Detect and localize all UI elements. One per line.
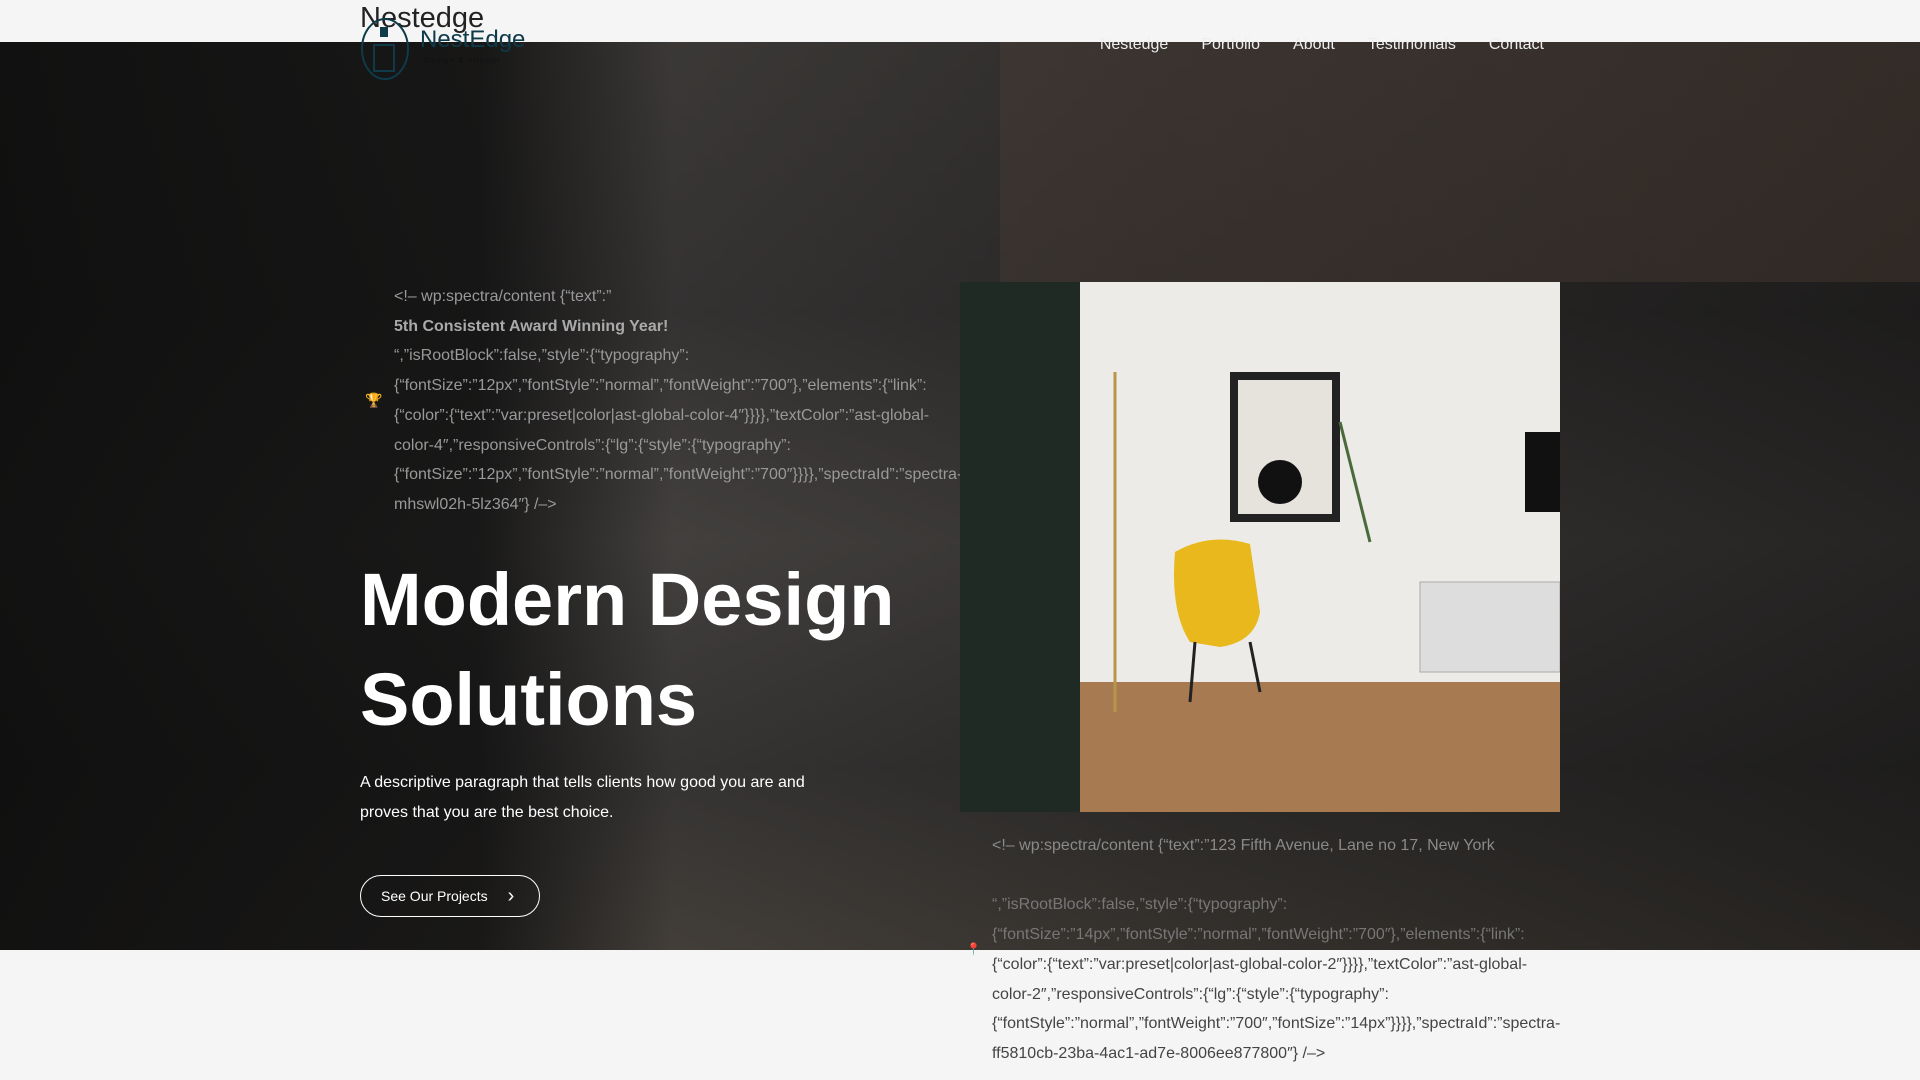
site-logo[interactable]: NestEdge Design & Interior — [360, 17, 525, 81]
meta-line: {“fontStyle”:”normal”,”fontWeight”:”700″… — [992, 1015, 1561, 1033]
meta-line: {“color”:{“text”:”var:preset|color|ast-g… — [992, 955, 1528, 973]
nav-portfolio[interactable]: Portfolio — [1201, 36, 1260, 54]
nav-contact[interactable]: Contact — [1489, 36, 1544, 54]
meta-line: {“fontSize”:”14px”,”fontStyle”:”normal”,… — [992, 926, 1525, 944]
logo-text: NestEdge — [420, 26, 525, 53]
hero-heading: Modern Design Solutions — [360, 558, 895, 741]
trophy-icon: 🏆 — [365, 392, 383, 408]
logo-tagline: Design & Interior — [424, 56, 501, 65]
top-bar — [0, 0, 1920, 42]
meta-line: <!– wp:spectra/content {“text”:” — [394, 288, 612, 305]
meta-line: “,”isRootBlock”:false,”style”:{“typograp… — [992, 896, 1288, 914]
nav-nestedge[interactable]: Nestedge — [1100, 36, 1169, 54]
address-text: <!– wp:spectra/content {“text”:”123 Fift… — [992, 831, 1572, 1069]
meta-line: <!– wp:spectra/content {“text”:”123 Fift… — [992, 837, 1495, 854]
hero-image-chair-room — [960, 282, 1560, 812]
hero-description: A descriptive paragraph that tells clien… — [360, 774, 805, 821]
award-badge-text: <!– wp:spectra/content {“text”:” 5th Con… — [394, 282, 994, 520]
nav-testimonials[interactable]: Testimonials — [1368, 36, 1456, 54]
nav-about[interactable]: About — [1293, 36, 1335, 54]
chevron-right-icon: › — [507, 884, 515, 907]
award-text: 5th Consistent Award Winning Year! — [394, 317, 669, 335]
meta-line: ff5810cb-23ba-4ac1-ad7e-8006ee877800″} /… — [992, 1044, 1326, 1062]
meta-line: mhswl02h-5lz364″} /–> — [394, 495, 557, 513]
see-projects-button[interactable]: See Our Projects › — [360, 875, 540, 917]
meta-line: {“fontSize”:”12px”,”fontStyle”:”normal”,… — [394, 377, 927, 395]
meta-line: {“color”:{“text”:”var:preset|color|ast-g… — [394, 406, 930, 424]
meta-line: “,”isRootBlock”:false,”style”:{“typograp… — [394, 347, 690, 365]
meta-line: color-4″,”responsiveControls”:{“lg”:{“st… — [394, 436, 791, 454]
main-nav: Nestedge Portfolio About Testimonials Co… — [1100, 36, 1544, 54]
location-pin-icon: 📍 — [966, 942, 981, 956]
meta-line: {“fontSize”:”12px”,”fontStyle”:”normal”,… — [394, 466, 963, 484]
meta-line: color-2″,”responsiveControls”:{“lg”:{“st… — [992, 985, 1389, 1003]
